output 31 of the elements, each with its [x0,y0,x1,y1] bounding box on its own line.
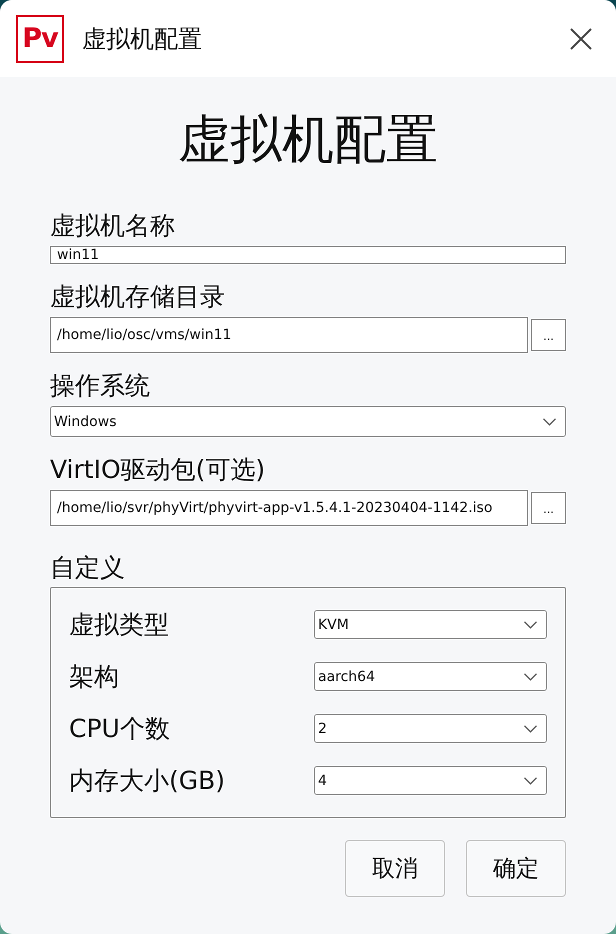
window-title: 虚拟机配置 [82,24,203,54]
field-label: 虚拟机名称 [50,210,176,242]
dropdown[interactable]: Windows [50,406,566,437]
dropdown[interactable]: 4 [314,766,547,795]
chevron-down-icon [524,620,537,628]
path-field[interactable]: /home/lio/svr/phyVirt/phyvirt-app-v1.5.4.1-20230404-1142.iso [50,490,528,526]
browse-button[interactable]: ... [531,492,566,524]
setting-label: 架构 [69,662,120,691]
group-title: 自定义 [50,552,126,584]
field-label: 虚拟机存储目录 [50,281,226,313]
setting-label: CPU个数 [69,714,171,743]
dialog-heading: 虚拟机配置 [177,110,439,170]
chevron-down-icon [524,724,537,732]
close-button[interactable] [568,26,594,52]
app-logo: Pv [16,14,64,62]
path-field[interactable]: /home/lio/osc/vms/win11 [50,317,528,353]
chevron-down-icon [524,672,537,680]
field-label: 操作系统 [50,370,151,402]
cancel-button[interactable]: 取消 [345,840,445,897]
text-field[interactable]: win11 [50,246,566,264]
chevron-down-icon [524,776,537,784]
ok-button[interactable]: 确定 [466,840,566,897]
browse-button[interactable]: ... [531,319,566,351]
dropdown[interactable]: aarch64 [314,662,547,691]
dropdown[interactable]: 2 [314,714,547,743]
field-label: VirtIO驱动包(可选) [50,454,266,486]
setting-label: 内存大小(GB) [69,766,226,795]
chevron-down-icon [543,418,556,426]
dropdown[interactable]: KVM [314,610,547,639]
setting-label: 虚拟类型 [69,610,170,639]
close-icon [570,28,592,50]
